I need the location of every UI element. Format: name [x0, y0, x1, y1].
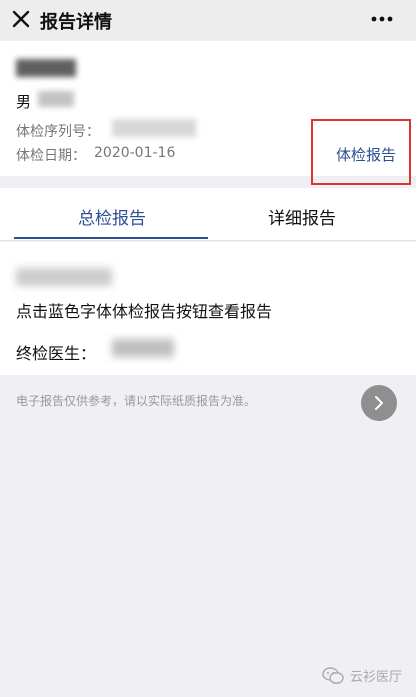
report-tabs: 总检报告 详细报告 [0, 188, 416, 240]
disclaimer-text: 电子报告仅供参考，请以实际纸质报告为准。 [16, 394, 257, 408]
close-icon [12, 10, 30, 28]
tab-detailed-report[interactable]: 详细报告 [268, 204, 336, 229]
serial-number-label: 体检序列号： [16, 124, 100, 140]
watermark-label: 云衫医厅 [349, 670, 402, 685]
close-button[interactable] [8, 6, 34, 32]
summary-card: 点击蓝色字体体检报告按钮查看报告 终检医生： [0, 242, 416, 375]
active-tab-indicator [14, 237, 208, 239]
next-button[interactable] [361, 385, 397, 421]
more-button[interactable] [368, 6, 396, 32]
tab-summary-report[interactable]: 总检报告 [78, 204, 146, 229]
physical-exam-report-link[interactable]: 体检报告 [336, 144, 396, 165]
patient-age-redacted [38, 91, 74, 107]
page-title: 报告详情 [40, 12, 112, 33]
chevron-right-icon [375, 396, 383, 410]
wechat-logo-icon [322, 666, 344, 684]
serial-number-redacted [112, 119, 196, 137]
exam-date-label: 体检日期： [16, 148, 86, 164]
exam-date-value: 2020-01-16 [94, 145, 176, 161]
summary-heading-redacted [16, 268, 112, 286]
patient-gender: 男 [16, 93, 32, 111]
more-icon [371, 16, 393, 22]
final-doctor-redacted [112, 339, 174, 357]
watermark: 云衫医厅 [322, 666, 402, 685]
patient-name-redacted [16, 59, 76, 77]
top-bar: 报告详情 [0, 0, 416, 40]
instruction-text: 点击蓝色字体体检报告按钮查看报告 [16, 302, 273, 321]
tabs-divider [0, 240, 416, 241]
final-doctor-label: 终检医生： [16, 344, 97, 363]
